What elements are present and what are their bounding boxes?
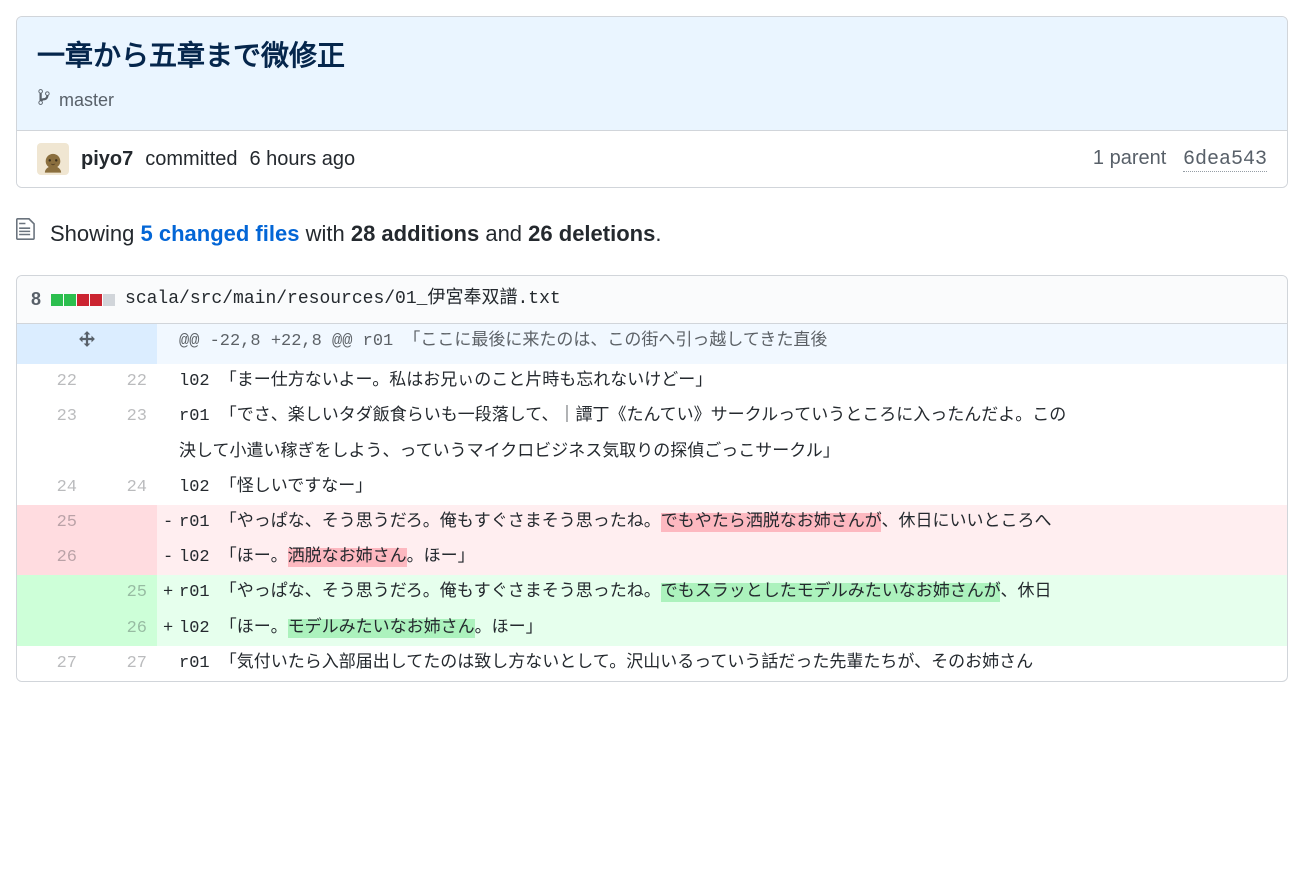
diff-line: 23 23 r01 「でさ、楽しいタダ飯食らいも一段落して、｜譚丁《たんてい》サ…	[17, 399, 1287, 434]
commit-title: 一章から五章まで微修正	[37, 35, 1267, 77]
commit-meta-right: 1 parent 6dea543	[1093, 143, 1267, 175]
old-line-num[interactable]: 25	[17, 505, 87, 540]
diffstat-del-block	[90, 294, 102, 306]
diff-line-deletion: 25 -r01 「やっぱな、そう思うだろ。俺もすぐさまそう思ったね。でもやたら洒…	[17, 505, 1287, 540]
code-content: r01 「気付いたら入部届出してたのは致し方ないとして。沢山いるっていう話だった…	[157, 646, 1287, 681]
old-line-num[interactable]: 27	[17, 646, 87, 681]
new-line-num[interactable]: 25	[87, 575, 157, 610]
old-line-num[interactable]: 24	[17, 470, 87, 505]
new-line-num[interactable]: 22	[87, 364, 157, 399]
git-branch-icon	[37, 87, 51, 114]
file-diff: 8 scala/src/main/resources/01_伊宮奉双譜.txt …	[16, 275, 1288, 682]
new-line-num[interactable]	[87, 505, 157, 540]
old-line-num[interactable]: 26	[17, 540, 87, 575]
file-change-count: 8	[31, 286, 41, 313]
diff-summary: Showing 5 changed files with 28 addition…	[0, 204, 1304, 275]
time-ago: 6 hours ago	[250, 144, 356, 174]
committed-label: committed	[145, 144, 237, 174]
old-line-num[interactable]	[17, 575, 87, 610]
code-content: +r01 「やっぱな、そう思うだろ。俺もすぐさまそう思ったね。でもスラッとしたモ…	[157, 575, 1287, 610]
changed-files-link[interactable]: 5 changed files	[141, 221, 300, 246]
file-header: 8 scala/src/main/resources/01_伊宮奉双譜.txt	[17, 276, 1287, 324]
file-diff-icon[interactable]	[16, 216, 38, 251]
diff-line-addition: 25 +r01 「やっぱな、そう思うだろ。俺もすぐさまそう思ったね。でもスラッと…	[17, 575, 1287, 610]
old-line-num[interactable]	[17, 611, 87, 646]
code-content: +l02 「ほー。モデルみたいなお姉さん。ほー」	[157, 611, 1287, 646]
branch-name[interactable]: master	[59, 87, 114, 114]
new-line-num[interactable]	[87, 540, 157, 575]
expand-hunk-button[interactable]	[17, 324, 157, 364]
diff-line-addition: 26 +l02 「ほー。モデルみたいなお姉さん。ほー」	[17, 611, 1287, 646]
diffstat-blocks	[51, 294, 115, 306]
code-content: -l02 「ほー。洒脱なお姉さん。ほー」	[157, 540, 1287, 575]
parent-count: 1 parent	[1093, 147, 1166, 169]
new-line-num[interactable]: 27	[87, 646, 157, 681]
diff-line: 決して小遣い稼ぎをしよう、っていうマイクロビジネス気取りの探偵ごっこサークル」	[17, 435, 1287, 470]
diff-table: @@ -22,8 +22,8 @@ r01 「ここに最後に来たのは、この街へ引っ…	[17, 324, 1287, 681]
commit-meta-left: piyo7 committed 6 hours ago	[37, 143, 355, 175]
old-line-num[interactable]: 22	[17, 364, 87, 399]
summary-text: Showing 5 changed files with 28 addition…	[50, 217, 661, 250]
branch-row: master	[37, 87, 1267, 114]
code-content: 決して小遣い稼ぎをしよう、っていうマイクロビジネス気取りの探偵ごっこサークル」	[157, 435, 1287, 470]
diffstat-del-block	[77, 294, 89, 306]
avatar[interactable]	[37, 143, 69, 175]
diffstat-neutral-block	[103, 294, 115, 306]
new-line-num[interactable]	[87, 435, 157, 470]
parent-sha[interactable]: 6dea543	[1183, 148, 1267, 172]
diff-line-deletion: 26 -l02 「ほー。洒脱なお姉さん。ほー」	[17, 540, 1287, 575]
code-content: -r01 「やっぱな、そう思うだろ。俺もすぐさまそう思ったね。でもやたら洒脱なお…	[157, 505, 1287, 540]
diff-line: 22 22 l02 「まー仕方ないよー。私はお兄ぃのこと片時も忘れないけどー」	[17, 364, 1287, 399]
commit-title-area: 一章から五章まで微修正 master	[17, 17, 1287, 131]
diff-line: 24 24 l02 「怪しいですなー」	[17, 470, 1287, 505]
commit-header: 一章から五章まで微修正 master piyo7 committed 6 hou…	[16, 16, 1288, 188]
old-line-num[interactable]	[17, 435, 87, 470]
new-line-num[interactable]: 26	[87, 611, 157, 646]
old-line-num[interactable]: 23	[17, 399, 87, 434]
diffstat-add-block	[51, 294, 63, 306]
file-path[interactable]: scala/src/main/resources/01_伊宮奉双譜.txt	[125, 286, 561, 313]
diff-line: 27 27 r01 「気付いたら入部届出してたのは致し方ないとして。沢山いるって…	[17, 646, 1287, 681]
hunk-header-text: @@ -22,8 +22,8 @@ r01 「ここに最後に来たのは、この街へ引っ…	[157, 324, 1287, 364]
hunk-header-row: @@ -22,8 +22,8 @@ r01 「ここに最後に来たのは、この街へ引っ…	[17, 324, 1287, 364]
commit-meta: piyo7 committed 6 hours ago 1 parent 6de…	[17, 131, 1287, 187]
new-line-num[interactable]: 24	[87, 470, 157, 505]
code-content: l02 「まー仕方ないよー。私はお兄ぃのこと片時も忘れないけどー」	[157, 364, 1287, 399]
new-line-num[interactable]: 23	[87, 399, 157, 434]
author-name[interactable]: piyo7	[81, 144, 133, 174]
code-content: r01 「でさ、楽しいタダ飯食らいも一段落して、｜譚丁《たんてい》サークルってい…	[157, 399, 1287, 434]
code-content: l02 「怪しいですなー」	[157, 470, 1287, 505]
diffstat-add-block	[64, 294, 76, 306]
